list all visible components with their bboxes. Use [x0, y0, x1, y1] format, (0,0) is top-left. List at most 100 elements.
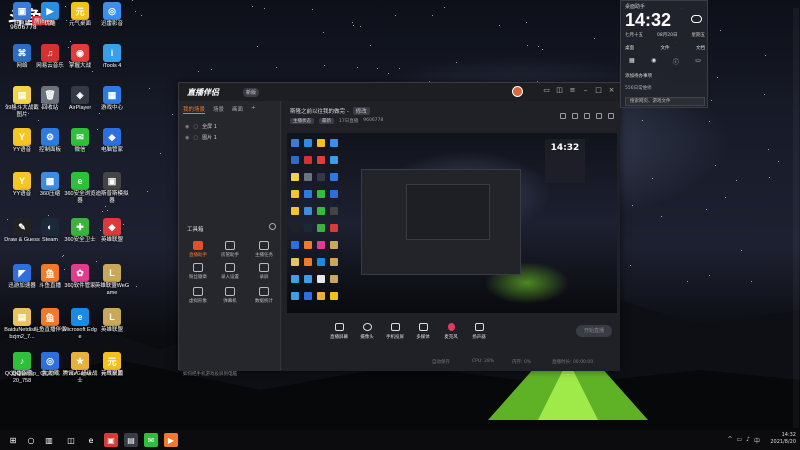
speaker-button[interactable]: 扬声器: [466, 323, 492, 340]
widget-link-files[interactable]: 文件: [661, 45, 670, 51]
tool-button[interactable]: 粉丝徽章: [185, 263, 211, 285]
status-chip[interactable]: 主播状态: [290, 118, 314, 124]
preview-desktop-icon: [304, 156, 312, 164]
stream-preview[interactable]: 14:32: [287, 133, 617, 313]
desktop-icon[interactable]: i iTools 4: [94, 42, 130, 82]
message-icon[interactable]: ▭: [543, 87, 550, 94]
desktop-icon[interactable]: ◆ 英雄联盟: [94, 216, 130, 256]
layout-icon[interactable]: [560, 113, 566, 119]
window-titlebar[interactable]: 直播伴侣 新版 ▭ ◫ ≡ – □ ×: [179, 83, 621, 101]
weather-icon[interactable]: [691, 15, 702, 23]
version-badge[interactable]: 新版: [243, 88, 260, 97]
wechat-icon[interactable]: ✉: [144, 433, 158, 447]
widget-search-input[interactable]: 搜索网页、游戏文件: [625, 97, 705, 106]
edge-icon[interactable]: e: [84, 433, 98, 447]
add-todo[interactable]: 添加待办事项: [625, 73, 652, 79]
desktop-icon-grid: ▣ 此电脑 ▶ 优酷元元气桌面 ◎ 迅雷影音 ⌘ 网络 ♫ 网易云音乐 ◉ 掌握大战 i iTools 4…: [0, 0, 150, 430]
user-avatar[interactable]: [512, 86, 523, 97]
minimize-icon[interactable]: –: [582, 87, 589, 94]
desktop-icon[interactable]: ♪ QQ音乐: [4, 350, 40, 390]
desktop-icon[interactable]: ▦ 游戏中心: [94, 84, 130, 124]
multimedia-button[interactable]: 多媒体: [410, 323, 436, 340]
desktop-icon[interactable]: ◈ AirPlayer: [62, 84, 98, 124]
close-icon[interactable]: ×: [608, 87, 615, 94]
widget-link-desktop[interactable]: 桌面: [625, 45, 634, 51]
taskbar-app-icon[interactable]: ▤: [124, 433, 138, 447]
desktop-icon[interactable]: ✚ 360安全卫士: [62, 216, 98, 256]
app-icon: i: [103, 44, 121, 62]
widget-news[interactable]: 556日常维修: [625, 85, 652, 91]
search-icon[interactable]: ○: [24, 433, 38, 447]
tool-button[interactable]: 直播助手: [185, 241, 211, 263]
preview-desktop-icon: [291, 156, 299, 164]
live-companion-window[interactable]: 直播伴侣 新版 ▭ ◫ ≡ – □ × 我的场景 场景 画面 + ◉ ▢ 全屏 …: [178, 82, 621, 377]
eye-icon[interactable]: ◉: [185, 135, 189, 141]
desktop-icon[interactable]: e 360安全浏览器: [62, 170, 98, 210]
desktop-icon[interactable]: ◆ 电脑管家: [94, 126, 130, 166]
fullscreen-icon[interactable]: [596, 113, 602, 119]
desktop-icon[interactable]: ◎ 迅雷影音: [94, 0, 130, 40]
taskbar-clock[interactable]: 14:32 2021/8/20: [770, 432, 796, 446]
volume-icon[interactable]: ♪: [746, 436, 750, 445]
stream-title[interactable]: 斯隆之前以往我的做完 - 修改: [290, 107, 370, 115]
tab-scenes[interactable]: 场景: [213, 105, 224, 114]
taskbar-app-icon[interactable]: ◫: [64, 433, 78, 447]
lock-icon[interactable]: ▢: [193, 135, 198, 141]
preview-desktop-icon: [304, 139, 312, 147]
screen-capture-button[interactable]: 直播屏幕: [326, 323, 352, 340]
eye-icon[interactable]: ◉: [185, 124, 189, 130]
latest-chip[interactable]: 最新: [319, 118, 334, 124]
tool-button[interactable]: 弹幕机: [217, 287, 243, 309]
tool-button[interactable]: 录屏: [251, 263, 277, 285]
tool-button[interactable]: 主播任务: [251, 241, 277, 263]
desktop-icon[interactable]: 元元气桌面: [94, 350, 130, 390]
mobile-cast-tip[interactable]: 如何把手机游戏投屏到电脑: [183, 371, 237, 377]
skin-icon[interactable]: ◫: [556, 87, 563, 94]
grid-icon[interactable]: [572, 113, 578, 119]
edit-title-button[interactable]: 修改: [352, 107, 370, 115]
start-icon[interactable]: ⊞: [6, 433, 20, 447]
desktop-icon[interactable]: ◉ 掌握大战: [62, 42, 98, 82]
widget-link-docs[interactable]: 文档: [696, 45, 705, 51]
toolbox-settings-icon[interactable]: [269, 223, 276, 230]
tool-button[interactable]: 房管助手: [217, 241, 243, 263]
screen-icon: [334, 323, 344, 331]
grid-icon[interactable]: ▦: [629, 57, 635, 66]
desktop-icon[interactable]: 元元气桌面: [62, 0, 98, 40]
add-scene-icon[interactable]: +: [251, 105, 256, 114]
folder-icon[interactable]: ▭: [695, 57, 701, 66]
scene-item[interactable]: ◉ ▢ 图片 1: [185, 134, 217, 142]
share-icon[interactable]: [608, 113, 614, 119]
scene-item[interactable]: ◉ ▢ 全屏 1: [185, 123, 217, 131]
tool-button[interactable]: 数据统计: [251, 287, 277, 309]
info-icon[interactable]: ⓘ: [673, 57, 679, 66]
maximize-icon[interactable]: □: [595, 87, 602, 94]
start-live-button[interactable]: 开始直播: [576, 325, 612, 337]
desktop-icon[interactable]: ✉ 微信: [62, 126, 98, 166]
tab-picture[interactable]: 画面: [232, 105, 243, 114]
lock-icon[interactable]: ▢: [193, 124, 198, 130]
microphone-button[interactable]: 麦克风: [438, 323, 464, 340]
desktop-icon[interactable]: ✿ 360软件管家: [62, 262, 98, 302]
tool-button[interactable]: 录入设置: [217, 263, 243, 285]
phone-cast-button[interactable]: 手机投屏: [382, 323, 408, 340]
desktop-icon-label: iTools 4: [102, 63, 122, 69]
desktop-icon[interactable]: e Microsoft Edge: [62, 306, 98, 346]
tab-my-scenes[interactable]: 我的场景: [183, 105, 206, 114]
chevron-up-icon[interactable]: ^: [727, 436, 732, 445]
ime-icon[interactable]: 中: [754, 436, 760, 445]
live-companion-taskbar-icon[interactable]: ▶: [164, 433, 178, 447]
eye-icon[interactable]: ◉: [651, 57, 656, 66]
network-icon[interactable]: ▭: [736, 436, 742, 445]
desktop-icon[interactable]: L 英雄联盟WeGame: [94, 262, 130, 302]
menu-icon[interactable]: ≡: [569, 87, 576, 94]
camera-button[interactable]: 摄像头: [354, 323, 380, 340]
desktop-icon[interactable]: ▣ 迪斯普斯模拟器: [94, 170, 130, 210]
tool-button[interactable]: 虚拟形象: [185, 287, 211, 309]
desktop-icon[interactable]: ★ 腾讯人·超级战士: [62, 350, 98, 390]
desktop-icon[interactable]: L英雄联盟: [94, 306, 130, 346]
settings-icon[interactable]: [584, 113, 590, 119]
douyu-taskbar-icon[interactable]: ▣: [104, 433, 118, 447]
desktop-icon-label: 迪斯普斯模拟器: [95, 191, 129, 204]
task-view-icon[interactable]: ▥: [42, 433, 56, 447]
